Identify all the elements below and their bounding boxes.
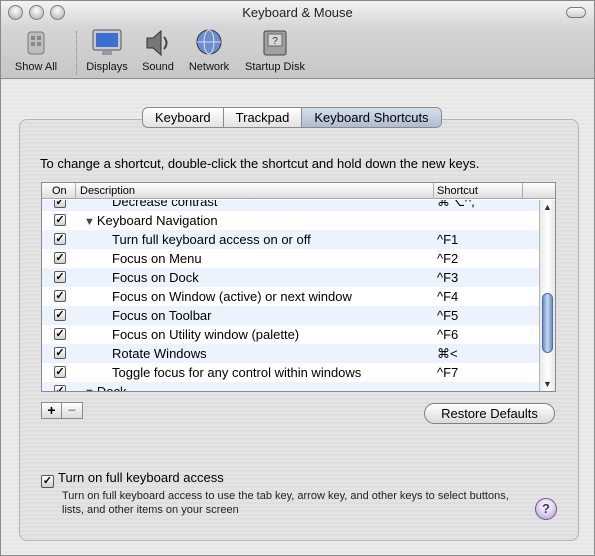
table-row[interactable]: ✓ Turn full keyboard access on or off ^F… [42, 230, 540, 249]
row-description: ▼Dock [84, 384, 127, 391]
row-shortcut[interactable]: ^F1 [437, 232, 458, 247]
toolbar-toggle-button[interactable] [566, 7, 586, 18]
table-row[interactable]: ✓ Focus on Window (active) or next windo… [42, 287, 540, 306]
tab-keyboard[interactable]: Keyboard [143, 108, 224, 127]
enabled-checkbox[interactable]: ✓ [54, 328, 66, 340]
table-rows: ✓ Decrease contrast ⌘⌥^, ✓ ▼ Keyboard Nav… [42, 200, 540, 391]
toolbar: Show All Displays Sound Network ? Startu… [1, 25, 594, 79]
row-description: Focus on Utility window (palette) [112, 327, 300, 342]
full-keyboard-access-option[interactable]: ✓ Turn on full keyboard access [41, 470, 224, 488]
row-description: Focus on Dock [112, 270, 199, 285]
toolbar-item-startup-disk[interactable]: ? Startup Disk [240, 28, 310, 73]
help-button[interactable]: ? [535, 498, 557, 520]
row-shortcut[interactable]: ^F7 [437, 365, 458, 380]
shortcuts-table: On Description Shortcut ✓ Decrease contr… [41, 182, 556, 392]
show-all-label: Show All [14, 61, 58, 73]
table-row[interactable]: ✓ Focus on Toolbar ^F5 [42, 306, 540, 325]
column-header-shortcut[interactable]: Shortcut [437, 185, 478, 197]
row-shortcut[interactable]: ^F2 [437, 251, 458, 266]
scroll-up-arrow-icon[interactable]: ▲ [540, 202, 555, 216]
row-shortcut[interactable]: ^F6 [437, 327, 458, 342]
show-all-icon [19, 28, 53, 58]
row-shortcut[interactable]: ⌘< [437, 346, 458, 362]
table-row[interactable]: ✓ Decrease contrast ⌘⌥^, [42, 200, 540, 211]
column-divider [75, 183, 76, 199]
enabled-checkbox[interactable]: ✓ [54, 366, 66, 378]
instruction-text: To change a shortcut, double-click the s… [40, 156, 480, 171]
tab-keyboard-shortcuts[interactable]: Keyboard Shortcuts [302, 108, 441, 127]
table-row[interactable]: ✓ Rotate Windows ⌘< [42, 344, 540, 363]
full-keyboard-access-checkbox[interactable]: ✓ [41, 475, 54, 488]
table-header: On Description Shortcut [42, 183, 555, 199]
toolbar-item-label: Startup Disk [245, 61, 305, 73]
toolbar-item-sound[interactable]: Sound [139, 28, 177, 73]
preferences-window: Keyboard & Mouse Show All Displays Sound… [0, 0, 595, 556]
toolbar-item-network[interactable]: Network [185, 28, 233, 73]
toolbar-item-label: Sound [142, 61, 174, 73]
title-bar: Keyboard & Mouse [1, 1, 594, 25]
restore-defaults-button[interactable]: Restore Defaults [424, 403, 555, 424]
add-shortcut-button[interactable]: + [41, 402, 62, 419]
enabled-checkbox[interactable]: ✓ [54, 233, 66, 245]
show-all-button[interactable]: Show All [10, 28, 62, 73]
enabled-checkbox[interactable]: ✓ [54, 252, 66, 264]
add-remove-controls: + − [41, 402, 83, 419]
column-header-description[interactable]: Description [80, 185, 135, 197]
row-description: Toggle focus for any control within wind… [112, 365, 362, 380]
globe-icon [192, 28, 226, 58]
window-title: Keyboard & Mouse [242, 5, 353, 20]
enabled-checkbox[interactable]: ✓ [54, 309, 66, 321]
scrollbar-thumb[interactable] [542, 293, 553, 353]
toolbar-item-displays[interactable]: Displays [84, 28, 130, 73]
row-description: Rotate Windows [112, 346, 207, 361]
row-description: Focus on Menu [112, 251, 202, 266]
column-divider [522, 183, 523, 199]
row-description: Decrease contrast [112, 200, 218, 209]
disk-icon: ? [258, 28, 292, 58]
enabled-checkbox[interactable]: ✓ [54, 200, 66, 208]
row-description: ▼ Keyboard Navigation [84, 213, 218, 228]
enabled-checkbox[interactable]: ✓ [54, 347, 66, 359]
row-description: Focus on Window (active) or next window [112, 289, 352, 304]
full-keyboard-access-label: Turn on full keyboard access [58, 470, 224, 485]
row-shortcut[interactable]: ⌘⌥^, [437, 200, 475, 210]
tab-bar: Keyboard Trackpad Keyboard Shortcuts [142, 107, 442, 128]
svg-text:?: ? [272, 36, 278, 47]
table-row[interactable]: ✓ Focus on Menu ^F2 [42, 249, 540, 268]
table-row[interactable]: ✓ Toggle focus for any control within wi… [42, 363, 540, 382]
full-keyboard-access-description: Turn on full keyboard access to use the … [62, 490, 509, 516]
row-description: Focus on Toolbar [112, 308, 212, 323]
row-shortcut[interactable]: ^F5 [437, 308, 458, 323]
scroll-down-arrow-icon[interactable]: ▼ [540, 379, 555, 391]
table-row[interactable]: ✓ ▼ Keyboard Navigation [42, 211, 540, 230]
table-row[interactable]: ✓ Focus on Dock ^F3 [42, 268, 540, 287]
table-row[interactable]: ✓ Focus on Utility window (palette) ^F6 [42, 325, 540, 344]
row-description: Turn full keyboard access on or off [112, 232, 311, 247]
enabled-checkbox[interactable]: ✓ [54, 385, 66, 391]
column-divider [433, 183, 434, 199]
row-shortcut[interactable]: ^F4 [437, 289, 458, 304]
toolbar-item-label: Displays [86, 61, 128, 73]
table-row[interactable]: ✓ ▼Dock [42, 382, 540, 391]
enabled-checkbox[interactable]: ✓ [54, 290, 66, 302]
displays-icon [90, 28, 124, 58]
column-header-on[interactable]: On [52, 185, 67, 197]
toolbar-item-label: Network [188, 61, 230, 73]
remove-shortcut-button[interactable]: − [62, 402, 83, 419]
speaker-icon [141, 28, 175, 58]
tab-trackpad[interactable]: Trackpad [224, 108, 303, 127]
vertical-scrollbar[interactable]: ▲ ▼ [539, 200, 555, 391]
row-shortcut[interactable]: ^F3 [437, 270, 458, 285]
enabled-checkbox[interactable]: ✓ [54, 214, 66, 226]
disclosure-triangle-icon[interactable]: ▼ [84, 216, 95, 228]
disclosure-triangle-icon[interactable]: ▼ [84, 387, 95, 391]
toolbar-separator [76, 31, 77, 75]
enabled-checkbox[interactable]: ✓ [54, 271, 66, 283]
